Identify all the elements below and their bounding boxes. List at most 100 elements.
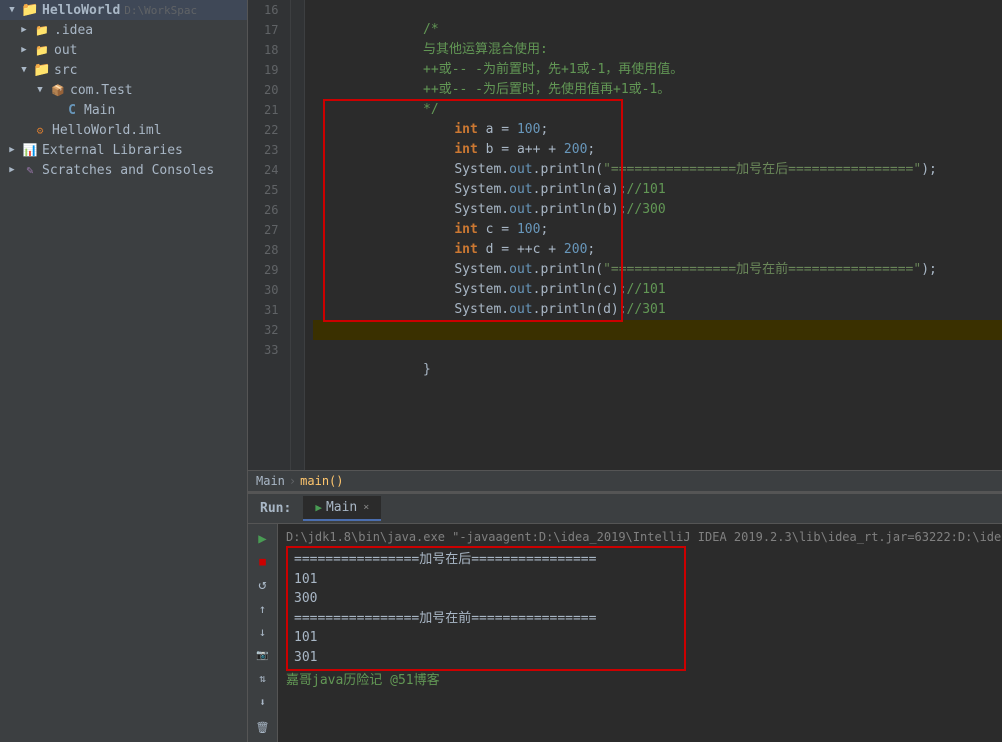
folder-out-icon: 📁 [34, 42, 50, 58]
fold-22 [291, 120, 304, 140]
src-label: src [54, 63, 77, 78]
sidebar-item-src[interactable]: ▼ 📁 src [0, 60, 247, 80]
fold-32 [291, 320, 304, 340]
line-num-17: 17 [264, 20, 282, 40]
fold-18 [291, 40, 304, 60]
fold-28 [291, 240, 304, 260]
code-line-18: ++或-- -为前置时，先+1或-1，再使用值。 [313, 40, 1002, 60]
sidebar-item-project-root[interactable]: ▼ 📁 HelloWorld D:\WorkSpac [0, 0, 247, 20]
code-line-29: System.out.println(c);//101 [313, 260, 1002, 280]
expand-arrow-ext-icon: ▶ [4, 142, 20, 158]
code-line-21: int a = 100; [313, 100, 1002, 120]
line-num-20: 20 [264, 80, 282, 100]
line-num-30: 30 [264, 280, 282, 300]
breadcrumb-file: Main [256, 474, 285, 488]
fold-25 [291, 180, 304, 200]
sidebar-item-scratches[interactable]: ▶ ✎ Scratches and Consoles [0, 160, 247, 180]
run-cmd-line: D:\jdk1.8\bin\java.exe "-javaagent:D:\id… [286, 528, 994, 546]
run-output-signature: 嘉哥java历险记 @51博客 [286, 671, 994, 691]
run-label: Run: [248, 497, 303, 520]
spacer-iml-icon [16, 122, 28, 138]
line-num-25: 25 [264, 180, 282, 200]
run-stop-button[interactable]: ■ [252, 551, 274, 572]
run-sort-button[interactable]: ⇅ [252, 668, 274, 689]
line-num-19: 19 [264, 60, 282, 80]
expand-arrow-out-icon: ▶ [16, 42, 32, 58]
run-output-line-5: 301 [294, 648, 678, 668]
line-num-16: 16 [264, 0, 282, 20]
fold-16[interactable] [291, 0, 304, 20]
run-output-line-4: 101 [294, 628, 678, 648]
expand-arrow-icon: ▼ [4, 2, 20, 18]
fold-33 [291, 340, 304, 360]
line-num-31: 31 [264, 300, 282, 320]
main-area: 16 17 18 19 20 21 22 23 24 25 26 27 28 2… [248, 0, 1002, 742]
folder-idea-icon: 📁 [34, 22, 50, 38]
fold-30 [291, 280, 304, 300]
project-root-label: HelloWorld [42, 3, 120, 18]
code-line-23: System.out.println("================加号在后… [313, 140, 1002, 160]
spacer-icon [48, 102, 60, 118]
sidebar-item-main[interactable]: C Main [0, 100, 247, 120]
line-num-29: 29 [264, 260, 282, 280]
run-output-line-0: ================加号在后================ [294, 550, 678, 570]
run-rerun-button[interactable]: ↺ [252, 575, 274, 596]
fold-21 [291, 100, 304, 120]
line-num-27: 27 [264, 220, 282, 240]
line-num-32: 32 [264, 320, 282, 340]
run-output-line-3: ================加号在前================ [294, 609, 678, 629]
folder-open-icon: 📁 [22, 2, 38, 18]
line-num-33: 33 [264, 340, 282, 360]
out-label: out [54, 43, 77, 58]
expand-arrow-src-icon: ▼ [16, 62, 32, 78]
line-num-26: 26 [264, 200, 282, 220]
run-scroll-down-button[interactable]: ↓ [252, 621, 274, 642]
run-tabs-bar: Run: ▶ Main × [248, 494, 1002, 524]
fold-gutter [291, 0, 305, 470]
scratches-label: Scratches and Consoles [42, 163, 214, 178]
code-editor[interactable]: 16 17 18 19 20 21 22 23 24 25 26 27 28 2… [248, 0, 1002, 470]
run-screenshot-button[interactable]: 📷 [252, 645, 274, 666]
idea-label: .idea [54, 23, 93, 38]
code-line-17: 与其他运算混合使用: [313, 20, 1002, 40]
run-arrow-button[interactable]: ⬇ [252, 691, 274, 712]
line-num-23: 23 [264, 140, 282, 160]
code-line-19: ++或-- -为后置时，先使用值再+1或-1。 [313, 60, 1002, 80]
gutter [248, 0, 256, 470]
run-output-line-1: 101 [294, 570, 678, 590]
run-trash-button[interactable]: 🗑 [252, 717, 274, 738]
sidebar-item-comtest[interactable]: ▼ 📦 com.Test [0, 80, 247, 100]
code-line-24: System.out.println(a);//101 [313, 160, 1002, 180]
run-scroll-up-button[interactable]: ↑ [252, 598, 274, 619]
code-line-20: */ [313, 80, 1002, 100]
sidebar-item-idea[interactable]: ▶ 📁 .idea [0, 20, 247, 40]
extlib-icon: 📊 [22, 142, 38, 158]
fold-26 [291, 200, 304, 220]
line-num-24: 24 [264, 160, 282, 180]
expand-arrow-comtest-icon: ▼ [32, 82, 48, 98]
code-line-16: /* [313, 0, 1002, 20]
code-content[interactable]: /* 与其他运算混合使用: ++或-- -为前置时，先+1或-1，再使用值。 +… [305, 0, 1002, 470]
iml-file-icon: ⚙ [32, 122, 48, 138]
sidebar-item-out[interactable]: ▶ 📁 out [0, 40, 247, 60]
code-line-30: System.out.println(d);//301 [313, 280, 1002, 300]
expand-arrow-scratches-icon: ▶ [4, 162, 20, 178]
code-line-32 [313, 320, 1002, 340]
java-file-icon: C [64, 102, 80, 118]
run-tab-main[interactable]: ▶ Main × [303, 496, 381, 521]
run-play-button[interactable]: ▶ [252, 528, 274, 549]
line-num-18: 18 [264, 40, 282, 60]
breadcrumb-method: main() [300, 474, 343, 488]
package-icon: 📦 [50, 82, 66, 98]
code-line-31: System.out.println(name); [313, 300, 1002, 320]
iml-label: HelloWorld.iml [52, 123, 162, 138]
sidebar-item-extlib[interactable]: ▶ 📊 External Libraries [0, 140, 247, 160]
breadcrumb: Main › main() [248, 470, 1002, 492]
fold-20 [291, 80, 304, 100]
run-tab-close-icon[interactable]: × [363, 502, 369, 513]
project-path-label: D:\WorkSpac [124, 4, 197, 17]
run-content: ▶ ■ ↺ ↑ ↓ 📷 ⇅ ⬇ 🗑 D:\jdk1.8\bin\java.exe… [248, 524, 1002, 742]
run-tab-icon: ▶ [315, 501, 322, 514]
sidebar-item-iml[interactable]: ⚙ HelloWorld.iml [0, 120, 247, 140]
comtest-label: com.Test [70, 83, 133, 98]
